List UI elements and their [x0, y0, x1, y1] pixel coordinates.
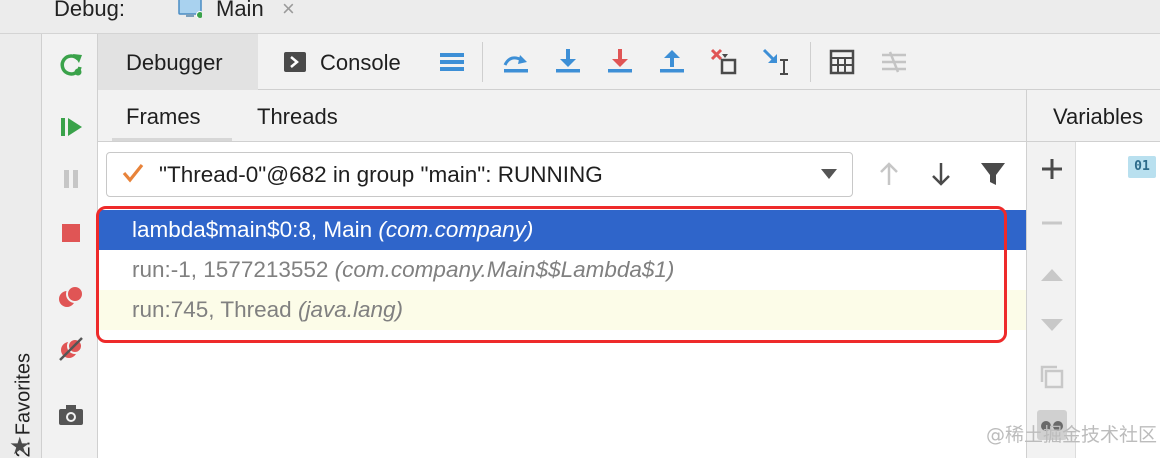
toolbar-separator: [482, 42, 483, 82]
camera-icon[interactable]: [56, 400, 86, 430]
evaluate-expression-icon[interactable]: [826, 46, 858, 78]
arrow-down-icon[interactable]: [926, 158, 956, 190]
plus-icon[interactable]: [1037, 154, 1067, 184]
frame-package: (java.lang): [297, 297, 404, 322]
force-step-into-icon[interactable]: [604, 46, 636, 78]
frames-panel-header: Frames Threads: [98, 90, 1026, 142]
frame-label: lambda$main$0:8, Main (com.company): [132, 217, 533, 243]
variables-actions-column: [1026, 142, 1076, 458]
step-into-icon[interactable]: [552, 46, 584, 78]
frame-label: run:745, Thread (java.lang): [132, 297, 403, 323]
tab-console-label: Console: [320, 50, 401, 75]
frame-package: (com.company): [378, 217, 534, 242]
check-icon: [122, 164, 144, 183]
active-tab-indicator: [112, 138, 232, 141]
step-over-icon[interactable]: [500, 46, 532, 78]
frame-package: (com.company.Main$$Lambda$1): [334, 257, 675, 282]
tab-debugger-label: Debugger: [126, 50, 223, 75]
close-icon[interactable]: ×: [282, 0, 295, 22]
thread-selector-value: "Thread-0"@682 in group "main": RUNNING: [159, 162, 603, 187]
frame-method: lambda$main$0:8, Main: [132, 217, 379, 242]
minus-icon[interactable]: [1037, 208, 1067, 238]
variables-title: Variables: [1053, 104, 1144, 129]
debugger-toolbar: Debugger Console: [98, 34, 1160, 90]
frame-row[interactable]: run:-1, 1577213552 (com.company.Main$$La…: [98, 250, 1026, 290]
chevron-down-icon: [821, 169, 837, 179]
variables-tree: 01: [1076, 142, 1160, 458]
application-icon: [178, 0, 202, 18]
tab-main[interactable]: Main ×: [170, 0, 310, 32]
step-out-icon[interactable]: [656, 46, 688, 78]
frames-list: lambda$main$0:8, Main (com.company) run:…: [98, 208, 1026, 458]
tab-main-label: Main: [216, 0, 264, 21]
debug-tool-window-bar: Debug: Main ×: [0, 0, 1160, 34]
run-to-cursor-icon[interactable]: [760, 46, 792, 78]
stop-icon[interactable]: [56, 218, 86, 248]
thread-selector[interactable]: "Thread-0"@682 in group "main": RUNNING: [106, 152, 853, 197]
watermark: @稀土掘金技术社区: [986, 424, 1158, 446]
favorites-strip: 2: Favorites ★: [0, 34, 42, 458]
console-icon: [284, 52, 306, 72]
primitive-type-icon: 01: [1128, 156, 1156, 178]
toolbar-separator: [810, 42, 811, 82]
frame-row[interactable]: run:745, Thread (java.lang): [98, 290, 1026, 330]
move-up-icon[interactable]: [1037, 260, 1067, 290]
pause-icon[interactable]: [56, 164, 86, 194]
drop-frame-icon[interactable]: [708, 46, 740, 78]
rerun-icon[interactable]: [56, 50, 86, 80]
star-icon: ★: [9, 433, 31, 458]
tab-frames[interactable]: Frames: [126, 104, 201, 130]
trace-current-stream-icon[interactable]: [878, 46, 910, 78]
frame-method: run:-1, 1577213552: [132, 257, 335, 282]
variables-panel-header: Variables: [1026, 90, 1160, 142]
tab-console[interactable]: Console: [268, 34, 438, 90]
debug-actions-column: [42, 34, 98, 458]
arrow-up-icon[interactable]: [874, 158, 904, 190]
frame-row[interactable]: lambda$main$0:8, Main (com.company): [98, 210, 1026, 250]
show-execution-point-icon[interactable]: [436, 46, 468, 78]
tab-debugger[interactable]: Debugger: [98, 34, 258, 90]
view-breakpoints-icon[interactable]: [56, 282, 86, 312]
resume-icon[interactable]: [56, 112, 86, 142]
copy-icon[interactable]: [1037, 362, 1067, 392]
frame-label: run:-1, 1577213552 (com.company.Main$$La…: [132, 257, 674, 283]
filter-icon[interactable]: [978, 158, 1008, 190]
mute-breakpoints-icon[interactable]: [56, 334, 86, 364]
tab-threads[interactable]: Threads: [257, 104, 338, 130]
frame-method: run:745, Thread: [132, 297, 298, 322]
debug-label: Debug:: [54, 0, 125, 21]
move-down-icon[interactable]: [1037, 310, 1067, 340]
